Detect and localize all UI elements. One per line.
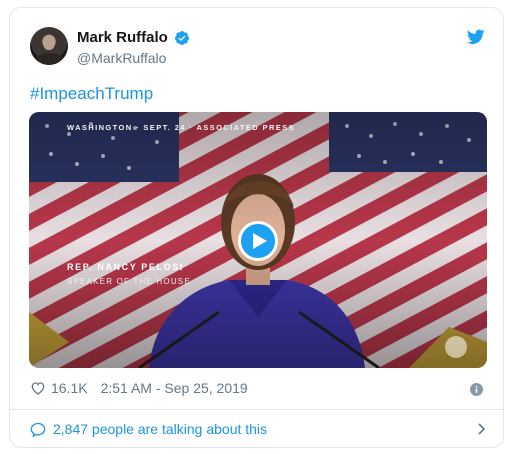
hashtag-link[interactable]: #ImpeachTrump	[30, 84, 153, 104]
like-count[interactable]: 16.1K	[51, 380, 88, 396]
twitter-logo-icon[interactable]	[467, 29, 485, 45]
tweet-timestamp[interactable]: 2:51 AM - Sep 25, 2019	[101, 380, 248, 396]
tweet-card: Mark Ruffalo @MarkRuffalo #ImpeachTrump	[9, 7, 504, 448]
avatar[interactable]	[30, 27, 68, 65]
chevron-right-icon[interactable]	[477, 423, 487, 435]
video-dateline: WASHINGTON · SEPT. 24 · ASSOCIATED PRESS	[67, 123, 295, 132]
comment-bubble-icon	[30, 422, 46, 437]
conversation-link[interactable]: 2,847 people are talking about this	[30, 421, 487, 437]
author-name[interactable]: Mark Ruffalo	[77, 29, 168, 46]
conversation-count[interactable]: 2,847 people are talking about this	[53, 421, 267, 437]
divider	[10, 409, 503, 410]
avatar-face	[43, 35, 55, 50]
video-chyron-name: REP. NANCY PELOSI	[67, 262, 184, 272]
play-icon	[252, 233, 267, 249]
tweet-stats: 16.1K 2:51 AM - Sep 25, 2019	[30, 380, 248, 396]
author-name-row[interactable]: Mark Ruffalo	[77, 29, 190, 46]
verified-icon	[174, 30, 189, 45]
video-player[interactable]: WASHINGTON · SEPT. 24 · ASSOCIATED PRESS…	[29, 112, 487, 368]
info-icon[interactable]	[470, 383, 483, 396]
avatar-shoulders	[34, 53, 64, 65]
author-handle[interactable]: @MarkRuffalo	[77, 50, 166, 66]
heart-icon[interactable]	[30, 380, 46, 396]
video-chyron-title: SPEAKER OF THE HOUSE	[67, 277, 191, 286]
play-button[interactable]	[238, 221, 278, 261]
ap-logo-badge	[445, 336, 467, 358]
